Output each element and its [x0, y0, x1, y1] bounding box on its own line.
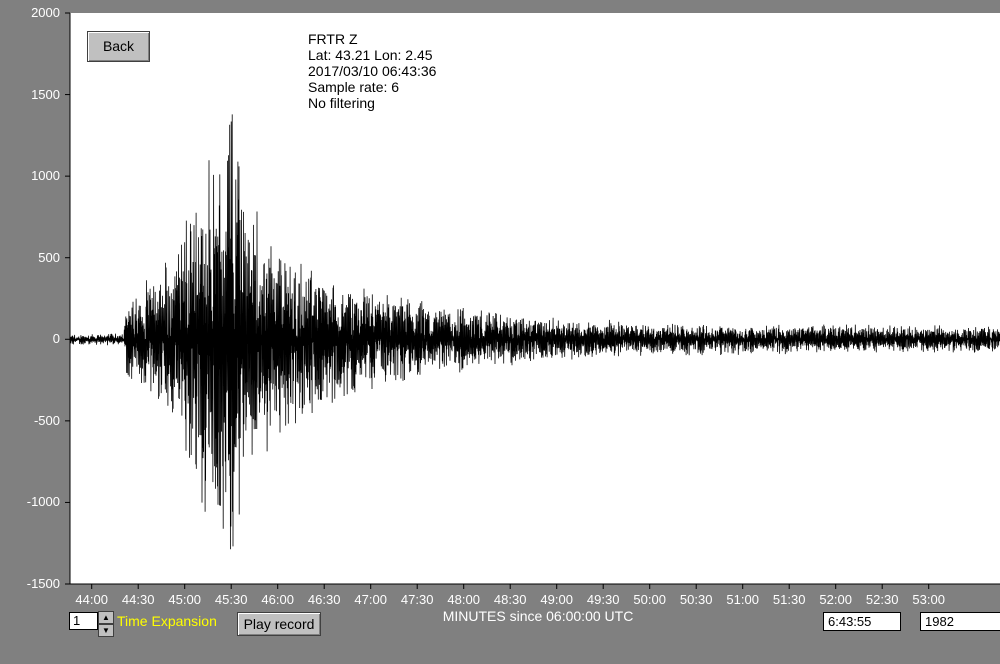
x-tick-label: 49:30 [586, 592, 620, 607]
x-tick-label: 51:00 [726, 592, 759, 607]
x-tick-label: 45:00 [168, 592, 201, 607]
time-field[interactable]: 6:43:55 [823, 612, 901, 631]
x-tick-label: 44:30 [121, 592, 155, 607]
back-button[interactable]: Back [87, 31, 150, 62]
x-tick-label: 46:00 [261, 592, 294, 607]
spin-down-button[interactable]: ▼ [98, 624, 114, 637]
station-location: Lat: 43.21 Lon: 2.45 [308, 47, 433, 63]
y-tick-label: -1000 [26, 494, 60, 510]
x-tick-label: 50:00 [633, 592, 666, 607]
x-tick-label: 53:00 [912, 592, 945, 607]
y-tick-label: 1000 [31, 168, 60, 184]
arrow-down-icon: ▼ [102, 626, 110, 635]
x-axis-label: MINUTES since 06:00:00 UTC [442, 608, 634, 624]
y-tick-label: 2000 [31, 5, 60, 20]
x-tick-label: 52:30 [865, 592, 899, 607]
station-info: FRTR Z Lat: 43.21 Lon: 2.45 2017/03/10 0… [308, 31, 436, 111]
y-tick-label: 0 [52, 331, 60, 347]
x-tick-label: 50:30 [679, 592, 713, 607]
sample-rate: Sample rate: 6 [308, 79, 400, 95]
x-tick-label: 47:00 [354, 592, 387, 607]
x-tick-label: 46:30 [307, 592, 341, 607]
x-tick-label: 48:00 [447, 592, 480, 607]
x-tick-label: 44:00 [75, 592, 108, 607]
time-expansion-input[interactable]: 1 [69, 612, 98, 630]
y-tick-label: -1500 [26, 576, 60, 591]
filter-status: No filtering [308, 95, 375, 111]
year-field[interactable]: 1982 [920, 612, 1000, 631]
record-datetime: 2017/03/10 06:43:36 [308, 63, 437, 79]
x-tick-label: 52:00 [819, 592, 852, 607]
x-tick-label: 45:30 [214, 592, 248, 607]
y-tick-label: 500 [38, 249, 60, 265]
spin-up-button[interactable]: ▲ [98, 611, 114, 624]
y-tick-label: 1500 [31, 86, 60, 102]
play-record-button[interactable]: Play record [237, 612, 321, 636]
seismogram-trace [69, 114, 1000, 550]
x-tick-label: 49:00 [540, 592, 573, 607]
y-tick-label: -500 [33, 412, 60, 428]
arrow-up-icon: ▲ [102, 613, 110, 622]
x-tick-label: 47:30 [400, 592, 434, 607]
time-expansion-label: Time Expansion [117, 613, 217, 629]
seismogram-chart [65, 12, 1000, 589]
x-tick-label: 48:30 [493, 592, 527, 607]
x-tick-label: 51:30 [772, 592, 806, 607]
station-name: FRTR Z [308, 31, 358, 47]
